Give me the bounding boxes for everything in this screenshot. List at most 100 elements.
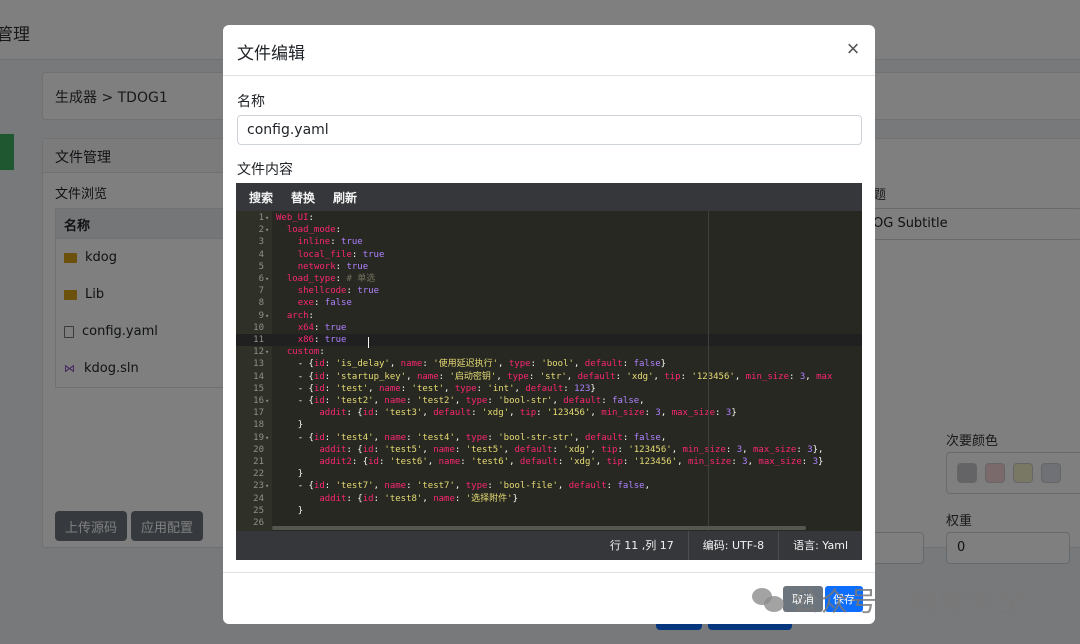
line-number: 23 (253, 481, 264, 492)
line-number: 21 (253, 457, 264, 467)
encoding-status: 编码: UTF-8 (687, 531, 778, 560)
code-line[interactable]: 15 - {id: 'test', name: 'test', type: 'i… (236, 383, 862, 395)
file-name-input[interactable] (237, 115, 862, 145)
line-number: 11 (253, 335, 264, 345)
code-line[interactable]: 18 } (236, 419, 862, 431)
fold-arrow-icon[interactable]: ▾ (265, 395, 269, 407)
fold-arrow-icon[interactable]: ▾ (265, 346, 269, 358)
code-line[interactable]: 21 addit2: {id: 'test6', name: 'test6', … (236, 456, 862, 468)
code-text: Web_UI: (276, 213, 314, 223)
watermark-text: 公众号 · 锦鲤安全 (792, 587, 1027, 618)
code-line[interactable]: 23 ▾ - {id: 'test7', name: 'test7', type:… (236, 480, 862, 492)
line-number: 18 (253, 420, 264, 431)
line-number: 7 (258, 286, 264, 297)
code-text: shellcode: true (297, 286, 379, 297)
line-number: 20 (253, 444, 264, 455)
code-line[interactable]: 5 network: true (236, 261, 862, 273)
code-line[interactable]: 16 ▾ - {id: 'test2', name: 'test2', type:… (236, 395, 862, 407)
code-line[interactable]: 12 ▾ custom: (236, 346, 862, 358)
replace-button[interactable]: 替换 (282, 183, 324, 211)
code-text: inline: true (297, 237, 363, 248)
code-line[interactable]: 6 ▾ load_type: # 单选 (236, 273, 862, 285)
line-number: 24 (253, 493, 264, 504)
code-line[interactable]: 19 ▾ - {id: 'test4', name: 'test4', type:… (236, 432, 862, 444)
code-line[interactable]: 1 ▾ Web_UI: (236, 212, 862, 224)
code-line[interactable]: 11 x86: true (236, 334, 862, 347)
code-text: } (297, 469, 304, 480)
line-number: 3 (258, 237, 264, 248)
code-line[interactable]: 14 - {id: 'startup_key', name: '启动密钥', t… (236, 371, 862, 383)
code-text: addit2: {id: 'test6', name: 'test6', def… (319, 457, 824, 467)
fold-arrow-icon[interactable]: ▾ (265, 212, 269, 224)
modal-title: 文件编辑 (237, 44, 305, 64)
code-line[interactable]: 7 shellcode: true (236, 285, 862, 297)
editor-content[interactable]: 1 ▾ Web_UI: 2 ▾ load_mode: 3 inline: true 4 lo… (236, 211, 862, 531)
code-text: addit: {id: 'test8', name: '选择附件'} (319, 493, 518, 504)
code-text: load_mode: (286, 225, 342, 236)
text-cursor (368, 337, 369, 348)
line-number: 14 (253, 371, 264, 382)
code-line[interactable]: 8 exe: false (236, 297, 862, 309)
code-text: x64: true (297, 322, 347, 333)
code-line[interactable]: 2 ▾ load_mode: (236, 224, 862, 236)
code-text: } (297, 505, 304, 516)
horizontal-scrollbar[interactable] (272, 526, 806, 530)
code-line[interactable]: 3 inline: true (236, 236, 862, 248)
code-text: addit: {id: 'test5', name: 'test5', defa… (319, 444, 824, 455)
code-line[interactable]: 20 addit: {id: 'test5', name: 'test5', d… (236, 444, 862, 456)
line-number: 6 (258, 274, 264, 284)
line-number: 15 (253, 383, 264, 394)
code-editor[interactable]: 搜索 替换 刷新 1 ▾ Web_UI: 2 ▾ load_mode: 3 inline:… (236, 183, 862, 560)
editor-toolbar: 搜索 替换 刷新 (236, 183, 862, 211)
line-number: 5 (258, 261, 264, 272)
code-text: - {id: 'test4', name: 'test4', type: 'bo… (297, 432, 667, 443)
line-number: 19 (253, 432, 264, 443)
print-margin (708, 211, 709, 531)
code-text: - {id: 'test2', name: 'test2', type: 'bo… (297, 396, 645, 406)
code-text: addit: {id: 'test3', default: 'xdg', tip… (319, 408, 737, 419)
code-line[interactable]: 13 - {id: 'is_delay', name: '使用延迟执行', ty… (236, 358, 862, 370)
line-number: 17 (253, 408, 264, 419)
code-text: - {id: 'test', name: 'test', type: 'int'… (297, 383, 596, 394)
code-line[interactable]: 24 addit: {id: 'test8', name: '选择附件'} (236, 493, 862, 505)
refresh-button[interactable]: 刷新 (324, 183, 366, 211)
cursor-position: 行 11 ,列 17 (609, 539, 674, 552)
code-line[interactable]: 22 } (236, 468, 862, 480)
code-line[interactable]: 17 addit: {id: 'test3', default: 'xdg', … (236, 407, 862, 419)
name-label: 名称 (237, 94, 265, 110)
fold-arrow-icon[interactable]: ▾ (265, 224, 269, 236)
modal-header: 文件编辑 × (223, 25, 875, 76)
line-number: 26 (253, 518, 264, 528)
line-number: 12 (253, 347, 264, 358)
line-number: 10 (253, 322, 264, 333)
code-line[interactable]: 10 x64: true (236, 322, 862, 334)
fold-arrow-icon[interactable]: ▾ (265, 310, 269, 322)
code-text: arch: (286, 310, 314, 321)
code-text: - {id: 'test7', name: 'test7', type: 'bo… (297, 481, 651, 492)
line-number: 13 (253, 359, 264, 370)
code-line[interactable]: 4 local_file: true (236, 249, 862, 261)
code-text: local_file: true (297, 249, 385, 260)
line-number: 4 (258, 249, 264, 260)
editor-status-bar: 行 11 ,列 17 编码: UTF-8 语言: Yaml (236, 531, 862, 560)
code-text: load_type: # 单选 (286, 274, 376, 284)
line-number: 8 (258, 298, 264, 309)
watermark: 公众号 · 锦鲤安全 (752, 580, 1027, 619)
code-line[interactable]: 9 ▾ arch: (236, 310, 862, 322)
search-button[interactable]: 搜索 (240, 183, 282, 211)
language-status: 语言: Yaml (778, 531, 862, 560)
line-number: 22 (253, 469, 264, 480)
content-label: 文件内容 (237, 162, 293, 178)
line-number: 2 (258, 225, 264, 236)
close-icon[interactable]: × (841, 37, 865, 61)
code-line[interactable]: 25 } (236, 505, 862, 517)
line-number: 9 (258, 310, 264, 321)
code-text: - {id: 'is_delay', name: '使用延迟执行', type:… (297, 359, 667, 370)
code-text: } (297, 420, 304, 431)
fold-arrow-icon[interactable]: ▾ (265, 480, 269, 492)
line-number: 1 (258, 213, 264, 223)
fold-arrow-icon[interactable]: ▾ (265, 432, 269, 444)
fold-arrow-icon[interactable]: ▾ (265, 273, 269, 285)
code-text: - {id: 'startup_key', name: '启动密钥', type… (297, 371, 833, 382)
code-text: custom: (286, 347, 325, 358)
